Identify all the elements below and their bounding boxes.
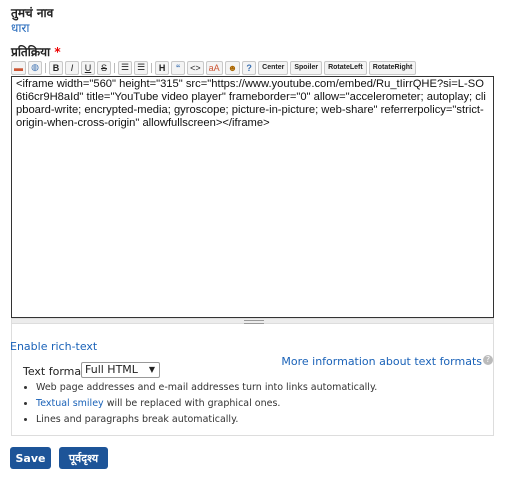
more-info-link[interactable]: More information about text formats: [281, 355, 482, 368]
toolbar-separator: [151, 62, 153, 73]
format-tips: Web page addresses and e-mail addresses …: [22, 380, 377, 428]
tip-item: Lines and paragraphs break automatically…: [36, 412, 377, 428]
help-button[interactable]: ?: [242, 60, 257, 75]
code-button[interactable]: <>: [187, 60, 204, 75]
quote-button[interactable]: “: [171, 60, 186, 75]
smiley-button[interactable]: ☻: [224, 60, 241, 75]
rotate-left-button[interactable]: RotateLeft: [324, 60, 367, 75]
text-format-selected: Full HTML: [85, 363, 138, 376]
font-size-button[interactable]: aA: [205, 60, 223, 75]
rotate-right-button[interactable]: RotateRight: [368, 60, 417, 75]
tip-item: Web page addresses and e-mail addresses …: [36, 380, 377, 396]
text-format-label: Text format: [23, 365, 86, 378]
enable-rich-text-link[interactable]: Enable rich-text: [10, 340, 97, 353]
chevron-down-icon: ▼: [148, 365, 155, 374]
preview-button[interactable]: पूर्वदृश्य: [59, 447, 108, 469]
help-icon[interactable]: ?: [483, 355, 493, 365]
spoiler-button[interactable]: Spoiler: [290, 60, 323, 75]
textual-smiley-link[interactable]: Textual smiley: [36, 398, 104, 409]
ordered-list-button[interactable]: ☰: [118, 60, 133, 75]
editor-toolbar: ▬ ◍ B I U S ☰ ☰ H “ <> aA ☻ ? Center Spo…: [11, 59, 494, 76]
unordered-list-button[interactable]: ☰: [134, 60, 149, 75]
italic-button[interactable]: I: [65, 60, 79, 75]
comment-label-text: प्रतिक्रिया: [11, 45, 51, 59]
tip-text: will be replaced with graphical ones.: [103, 398, 281, 409]
globe-icon[interactable]: ◍: [28, 60, 42, 75]
toolbar-separator: [45, 62, 46, 73]
name-value[interactable]: धारा: [11, 19, 30, 36]
comment-textarea[interactable]: <iframe width="560" height="315" src="ht…: [11, 76, 494, 318]
comment-label: प्रतिक्रिया *: [11, 43, 61, 60]
tip-item: Textual smiley will be replaced with gra…: [36, 396, 377, 412]
required-mark: *: [54, 45, 61, 59]
save-button[interactable]: Save: [10, 447, 51, 469]
underline-button[interactable]: U: [81, 60, 95, 75]
bold-button[interactable]: B: [49, 60, 63, 75]
heading-button[interactable]: H: [155, 60, 170, 75]
toolbar-separator: [114, 62, 115, 73]
text-format-select[interactable]: Full HTML ▼: [81, 362, 160, 378]
center-button[interactable]: Center: [258, 60, 289, 75]
strike-button[interactable]: S: [97, 60, 111, 75]
image-icon[interactable]: ▬: [11, 60, 26, 75]
